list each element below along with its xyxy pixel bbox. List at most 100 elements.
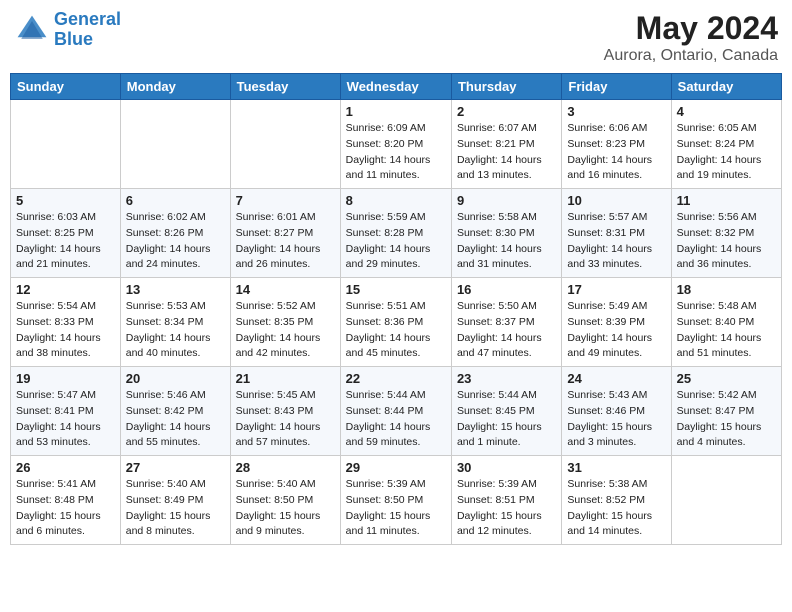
day-number: 24 — [567, 371, 665, 386]
day-info: Sunrise: 6:05 AMSunset: 8:24 PMDaylight:… — [677, 121, 776, 184]
day-info: Sunrise: 6:03 AMSunset: 8:25 PMDaylight:… — [16, 210, 115, 273]
day-info: Sunrise: 5:45 AMSunset: 8:43 PMDaylight:… — [236, 388, 335, 451]
calendar-day: 27 Sunrise: 5:40 AMSunset: 8:49 PMDayligh… — [120, 456, 230, 545]
calendar-day: 4 Sunrise: 6:05 AMSunset: 8:24 PMDaylight… — [671, 100, 781, 189]
day-number: 2 — [457, 104, 556, 119]
weekday-header-monday: Monday — [120, 74, 230, 100]
weekday-header-row: SundayMondayTuesdayWednesdayThursdayFrid… — [11, 74, 782, 100]
calendar-day: 22 Sunrise: 5:44 AMSunset: 8:44 PMDayligh… — [340, 367, 451, 456]
day-number: 23 — [457, 371, 556, 386]
logo-icon — [14, 12, 50, 48]
day-number: 25 — [677, 371, 776, 386]
day-number: 4 — [677, 104, 776, 119]
day-info: Sunrise: 5:53 AMSunset: 8:34 PMDaylight:… — [126, 299, 225, 362]
title-block: May 2024 Aurora, Ontario, Canada — [604, 10, 778, 65]
day-info: Sunrise: 5:40 AMSunset: 8:50 PMDaylight:… — [236, 477, 335, 540]
day-number: 10 — [567, 193, 665, 208]
day-number: 21 — [236, 371, 335, 386]
page-subtitle: Aurora, Ontario, Canada — [604, 47, 778, 65]
day-number: 30 — [457, 460, 556, 475]
weekday-header-sunday: Sunday — [11, 74, 121, 100]
day-number: 19 — [16, 371, 115, 386]
day-info: Sunrise: 5:50 AMSunset: 8:37 PMDaylight:… — [457, 299, 556, 362]
day-number: 17 — [567, 282, 665, 297]
weekday-header-thursday: Thursday — [451, 74, 561, 100]
calendar-day: 7 Sunrise: 6:01 AMSunset: 8:27 PMDaylight… — [230, 189, 340, 278]
day-number: 22 — [346, 371, 446, 386]
day-number: 28 — [236, 460, 335, 475]
day-info: Sunrise: 5:46 AMSunset: 8:42 PMDaylight:… — [126, 388, 225, 451]
calendar-day: 5 Sunrise: 6:03 AMSunset: 8:25 PMDaylight… — [11, 189, 121, 278]
day-info: Sunrise: 6:01 AMSunset: 8:27 PMDaylight:… — [236, 210, 335, 273]
calendar-week-row: 5 Sunrise: 6:03 AMSunset: 8:25 PMDaylight… — [11, 189, 782, 278]
day-number: 3 — [567, 104, 665, 119]
calendar-week-row: 19 Sunrise: 5:47 AMSunset: 8:41 PMDayligh… — [11, 367, 782, 456]
logo-text: General Blue — [54, 10, 121, 50]
calendar-day: 1 Sunrise: 6:09 AMSunset: 8:20 PMDaylight… — [340, 100, 451, 189]
day-number: 7 — [236, 193, 335, 208]
day-info: Sunrise: 6:09 AMSunset: 8:20 PMDaylight:… — [346, 121, 446, 184]
day-number: 29 — [346, 460, 446, 475]
calendar-day: 11Sunrise: 5:56 AMSunset: 8:32 PMDayligh… — [671, 189, 781, 278]
weekday-header-tuesday: Tuesday — [230, 74, 340, 100]
day-info: Sunrise: 5:51 AMSunset: 8:36 PMDaylight:… — [346, 299, 446, 362]
calendar-day — [120, 100, 230, 189]
calendar-day: 14Sunrise: 5:52 AMSunset: 8:35 PMDayligh… — [230, 278, 340, 367]
calendar-day: 10 Sunrise: 5:57 AMSunset: 8:31 PMDayligh… — [562, 189, 671, 278]
day-number: 5 — [16, 193, 115, 208]
calendar-day: 20 Sunrise: 5:46 AMSunset: 8:42 PMDayligh… — [120, 367, 230, 456]
calendar-day: 21 Sunrise: 5:45 AMSunset: 8:43 PMDayligh… — [230, 367, 340, 456]
calendar-day: 6Sunrise: 6:02 AMSunset: 8:26 PMDaylight… — [120, 189, 230, 278]
calendar-day: 12Sunrise: 5:54 AMSunset: 8:33 PMDayligh… — [11, 278, 121, 367]
calendar-day: 13Sunrise: 5:53 AMSunset: 8:34 PMDayligh… — [120, 278, 230, 367]
day-info: Sunrise: 5:44 AMSunset: 8:44 PMDaylight:… — [346, 388, 446, 451]
calendar-week-row: 26Sunrise: 5:41 AMSunset: 8:48 PMDayligh… — [11, 456, 782, 545]
calendar-day: 23 Sunrise: 5:44 AMSunset: 8:45 PMDayligh… — [451, 367, 561, 456]
day-info: Sunrise: 5:48 AMSunset: 8:40 PMDaylight:… — [677, 299, 776, 362]
day-number: 9 — [457, 193, 556, 208]
day-number: 16 — [457, 282, 556, 297]
day-info: Sunrise: 5:59 AMSunset: 8:28 PMDaylight:… — [346, 210, 446, 273]
day-info: Sunrise: 5:39 AMSunset: 8:50 PMDaylight:… — [346, 477, 446, 540]
calendar-table: SundayMondayTuesdayWednesdayThursdayFrid… — [10, 73, 782, 545]
calendar-day: 31 Sunrise: 5:38 AMSunset: 8:52 PMDayligh… — [562, 456, 671, 545]
calendar-day — [11, 100, 121, 189]
weekday-header-saturday: Saturday — [671, 74, 781, 100]
day-info: Sunrise: 5:41 AMSunset: 8:48 PMDaylight:… — [16, 477, 115, 540]
calendar-day — [230, 100, 340, 189]
day-info: Sunrise: 5:52 AMSunset: 8:35 PMDaylight:… — [236, 299, 335, 362]
calendar-day: 24Sunrise: 5:43 AMSunset: 8:46 PMDayligh… — [562, 367, 671, 456]
day-info: Sunrise: 5:47 AMSunset: 8:41 PMDaylight:… — [16, 388, 115, 451]
day-number: 18 — [677, 282, 776, 297]
calendar-day: 30 Sunrise: 5:39 AMSunset: 8:51 PMDayligh… — [451, 456, 561, 545]
day-number: 1 — [346, 104, 446, 119]
day-number: 20 — [126, 371, 225, 386]
calendar-week-row: 12Sunrise: 5:54 AMSunset: 8:33 PMDayligh… — [11, 278, 782, 367]
day-info: Sunrise: 5:57 AMSunset: 8:31 PMDaylight:… — [567, 210, 665, 273]
calendar-day: 25Sunrise: 5:42 AMSunset: 8:47 PMDayligh… — [671, 367, 781, 456]
calendar-day: 18 Sunrise: 5:48 AMSunset: 8:40 PMDayligh… — [671, 278, 781, 367]
day-number: 6 — [126, 193, 225, 208]
day-number: 12 — [16, 282, 115, 297]
day-info: Sunrise: 5:58 AMSunset: 8:30 PMDaylight:… — [457, 210, 556, 273]
calendar-day: 26Sunrise: 5:41 AMSunset: 8:48 PMDayligh… — [11, 456, 121, 545]
day-info: Sunrise: 5:38 AMSunset: 8:52 PMDaylight:… — [567, 477, 665, 540]
page-header: General Blue May 2024 Aurora, Ontario, C… — [10, 10, 782, 65]
calendar-day: 2 Sunrise: 6:07 AMSunset: 8:21 PMDaylight… — [451, 100, 561, 189]
calendar-day: 16 Sunrise: 5:50 AMSunset: 8:37 PMDayligh… — [451, 278, 561, 367]
day-info: Sunrise: 5:39 AMSunset: 8:51 PMDaylight:… — [457, 477, 556, 540]
day-info: Sunrise: 6:07 AMSunset: 8:21 PMDaylight:… — [457, 121, 556, 184]
day-info: Sunrise: 6:06 AMSunset: 8:23 PMDaylight:… — [567, 121, 665, 184]
weekday-header-wednesday: Wednesday — [340, 74, 451, 100]
day-info: Sunrise: 5:49 AMSunset: 8:39 PMDaylight:… — [567, 299, 665, 362]
page-title: May 2024 — [604, 10, 778, 47]
day-number: 27 — [126, 460, 225, 475]
calendar-day: 17 Sunrise: 5:49 AMSunset: 8:39 PMDayligh… — [562, 278, 671, 367]
day-number: 15 — [346, 282, 446, 297]
calendar-day: 28 Sunrise: 5:40 AMSunset: 8:50 PMDayligh… — [230, 456, 340, 545]
day-info: Sunrise: 5:40 AMSunset: 8:49 PMDaylight:… — [126, 477, 225, 540]
calendar-day: 3 Sunrise: 6:06 AMSunset: 8:23 PMDaylight… — [562, 100, 671, 189]
day-number: 31 — [567, 460, 665, 475]
day-info: Sunrise: 5:44 AMSunset: 8:45 PMDaylight:… — [457, 388, 556, 451]
calendar-day: 9 Sunrise: 5:58 AMSunset: 8:30 PMDaylight… — [451, 189, 561, 278]
